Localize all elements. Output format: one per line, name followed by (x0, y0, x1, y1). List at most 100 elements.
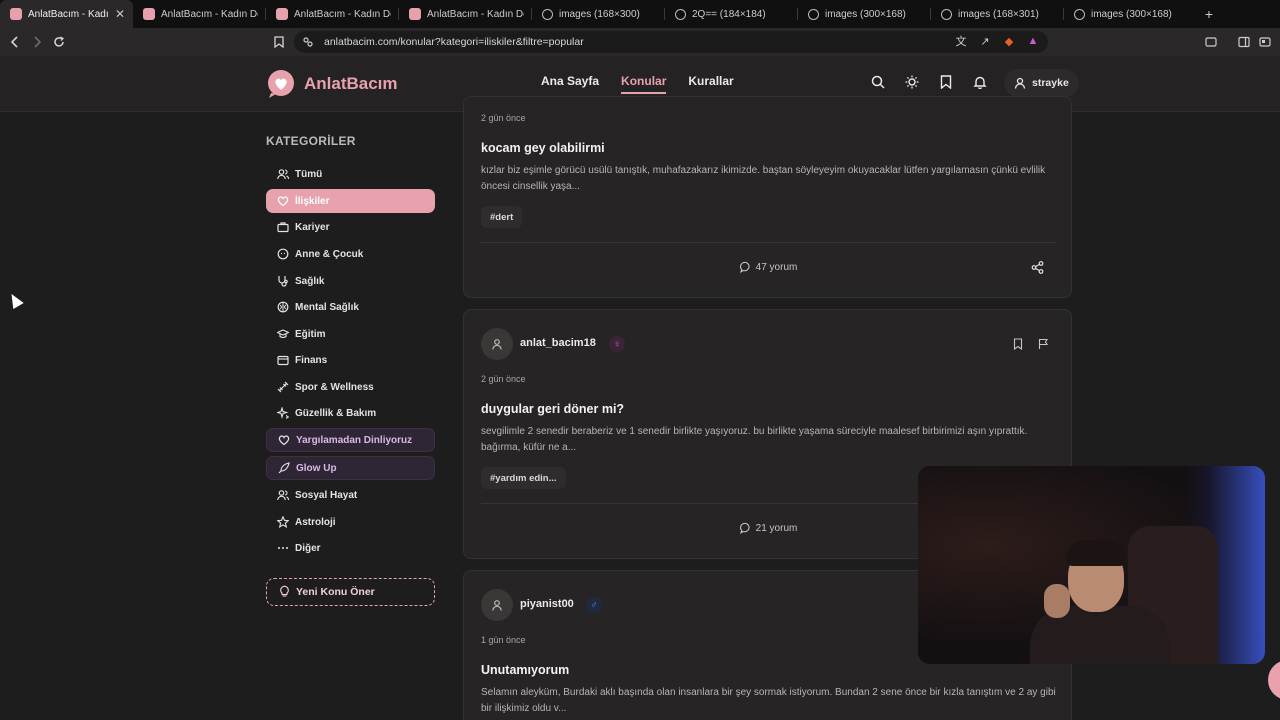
post-tag[interactable]: #yardım edin... (481, 467, 566, 489)
close-icon[interactable]: ✕ (115, 7, 125, 21)
search-icon[interactable] (870, 74, 886, 90)
sidebar-item-label: İlişkiler (295, 195, 330, 207)
new-tab-button[interactable]: + (1197, 0, 1221, 28)
nav-rules[interactable]: Kurallar (688, 74, 733, 94)
sidebar-item-all[interactable]: Tümü (266, 162, 435, 186)
tab-title: AnlatBacım - Kadın Destek (28, 8, 109, 20)
post-author[interactable]: anlat_bacim18 (520, 337, 596, 349)
suggest-topic-button[interactable]: Yeni Konu Öner (266, 578, 435, 606)
sidebar-item-label: Spor & Wellness (295, 381, 374, 393)
back-button[interactable] (4, 31, 26, 53)
browser-tab[interactable]: images (300×168) (1064, 0, 1197, 28)
sidebar-item-health[interactable]: Sağlık (266, 269, 435, 293)
browser-tab[interactable]: AnlatBacım - Kadın Destek (266, 0, 399, 28)
browser-tab[interactable]: AnlatBacım - Kadın Destek (133, 0, 266, 28)
rocket-icon (278, 462, 290, 474)
extensions-button[interactable] (1254, 31, 1276, 53)
brave-rewards-icon[interactable]: ▲ (1026, 34, 1040, 48)
tab-title: AnlatBacım - Kadın Destek (427, 8, 524, 20)
baby-icon (277, 248, 289, 260)
sidebar-item-career[interactable]: Kariyer (266, 215, 435, 239)
report-button[interactable] (1036, 337, 1050, 351)
browser-tab[interactable]: AnlatBacım - Kadın Destek (399, 0, 532, 28)
site-logo[interactable]: AnlatBacım (266, 69, 398, 99)
tab-title: AnlatBacım - Kadın Destek (294, 8, 391, 20)
globe-icon (808, 8, 819, 20)
suggest-topic-label: Yeni Konu Öner (296, 586, 375, 598)
floating-action-button[interactable] (1268, 660, 1280, 700)
user-menu-button[interactable]: strayke (1004, 69, 1079, 97)
username: strayke (1032, 77, 1069, 89)
post-card[interactable]: 2 gün önce kocam gey olabilirmi kızlar b… (463, 96, 1072, 298)
reload-button[interactable] (48, 31, 70, 53)
sun-icon[interactable] (904, 74, 920, 90)
sidebar-item-glow-up[interactable]: Glow Up (266, 456, 435, 480)
browser-tab[interactable]: images (168×301) (931, 0, 1064, 28)
post-tag[interactable]: #dert (481, 206, 523, 228)
address-bar[interactable]: anlatbacim.com/konular?kategori=iliskile… (294, 31, 1048, 53)
sidebar-toggle-button[interactable] (1233, 31, 1255, 53)
brave-shield-icon[interactable]: ◆ (1002, 34, 1016, 48)
site-favicon-icon (276, 8, 288, 20)
extensions-icon (1259, 37, 1271, 47)
post-time: 2 gün önce (481, 374, 526, 384)
sidebar-icon (1238, 36, 1250, 48)
browser-tab[interactable]: 2Q== (184×184) (665, 0, 798, 28)
sidebar-item-finance[interactable]: Finans (266, 348, 435, 372)
sidebar-item-relationships[interactable]: İlişkiler (266, 189, 435, 213)
bookmark-page-button[interactable] (268, 31, 290, 53)
sidebar-item-label: Eğitim (295, 328, 326, 340)
post-excerpt: kızlar biz eşimle görücü usülü tanıştık,… (481, 165, 1046, 192)
tab-title: 2Q== (184×184) (692, 8, 766, 20)
browser-tab[interactable]: AnlatBacım - Kadın Destek ✕ (0, 0, 133, 28)
browser-tab[interactable]: images (168×300) (532, 0, 665, 28)
avatar[interactable] (481, 589, 513, 621)
sidebar-item-sport-wellness[interactable]: Spor & Wellness (266, 375, 435, 399)
sidebar-item-other[interactable]: Diğer (266, 536, 435, 560)
globe-icon (675, 8, 686, 20)
post-excerpt: Selamın aleyküm, Burdaki aklı başında ol… (481, 687, 1056, 714)
translate-icon[interactable]: 文 (954, 34, 968, 48)
bookmark-icon[interactable] (938, 74, 954, 90)
globe-icon (542, 8, 553, 20)
avatar[interactable] (481, 328, 513, 360)
post-time: 2 gün önce (481, 113, 526, 123)
share-icon (1031, 260, 1043, 274)
sidebar-item-social-life[interactable]: Sosyal Hayat (266, 483, 435, 507)
sidebar-item-mental-health[interactable]: Mental Sağlık (266, 295, 435, 319)
browser-tab-strip: AnlatBacım - Kadın Destek ✕ AnlatBacım -… (0, 0, 1280, 28)
nav-topics[interactable]: Konular (621, 74, 667, 94)
sidebar-item-label: Glow Up (296, 462, 337, 474)
sidebar-item-astrology[interactable]: Astroloji (266, 510, 435, 534)
chevron-right-icon (34, 36, 42, 48)
sidebar-item-non-judgmental[interactable]: Yargılamadan Dinliyoruz (266, 428, 435, 452)
sidebar-item-education[interactable]: Eğitim (266, 322, 435, 346)
sidebar-item-label: Diğer (295, 542, 321, 554)
sidebar-item-label: Finans (295, 354, 328, 366)
post-title[interactable]: kocam gey olabilirmi (481, 141, 605, 155)
globe-icon (941, 8, 952, 20)
chat-heart-logo-icon (268, 70, 294, 98)
nav-home[interactable]: Ana Sayfa (541, 74, 599, 94)
sidebar-item-label: Kariyer (295, 221, 330, 233)
post-comments[interactable]: 47 yorum (464, 261, 1073, 273)
webcam-overlay (918, 466, 1265, 664)
share-button[interactable] (1030, 260, 1044, 274)
browser-tab[interactable]: images (300×168) (798, 0, 931, 28)
comment-icon (739, 261, 750, 273)
bookmark-button[interactable] (1011, 337, 1025, 351)
forward-button[interactable] (26, 31, 48, 53)
post-author[interactable]: piyanist00 (520, 598, 574, 610)
sidebar-item-mother-child[interactable]: Anne & Çocuk (266, 242, 435, 266)
globe-icon (1074, 8, 1085, 20)
post-title[interactable]: duygular geri döner mi? (481, 402, 624, 416)
post-excerpt: sevgilimle 2 senedir beraberiz ve 1 sene… (481, 426, 1028, 453)
heart-handshake-icon (278, 434, 290, 446)
bell-icon[interactable] (972, 74, 988, 90)
tab-title: images (300×168) (825, 8, 906, 20)
post-title[interactable]: Unutamıyorum (481, 663, 569, 677)
user-icon (1014, 77, 1026, 89)
sidebar-item-beauty-care[interactable]: Güzellik & Bakım (266, 401, 435, 425)
share-icon[interactable]: ↗ (978, 34, 992, 48)
wallet-button[interactable] (1200, 31, 1222, 53)
